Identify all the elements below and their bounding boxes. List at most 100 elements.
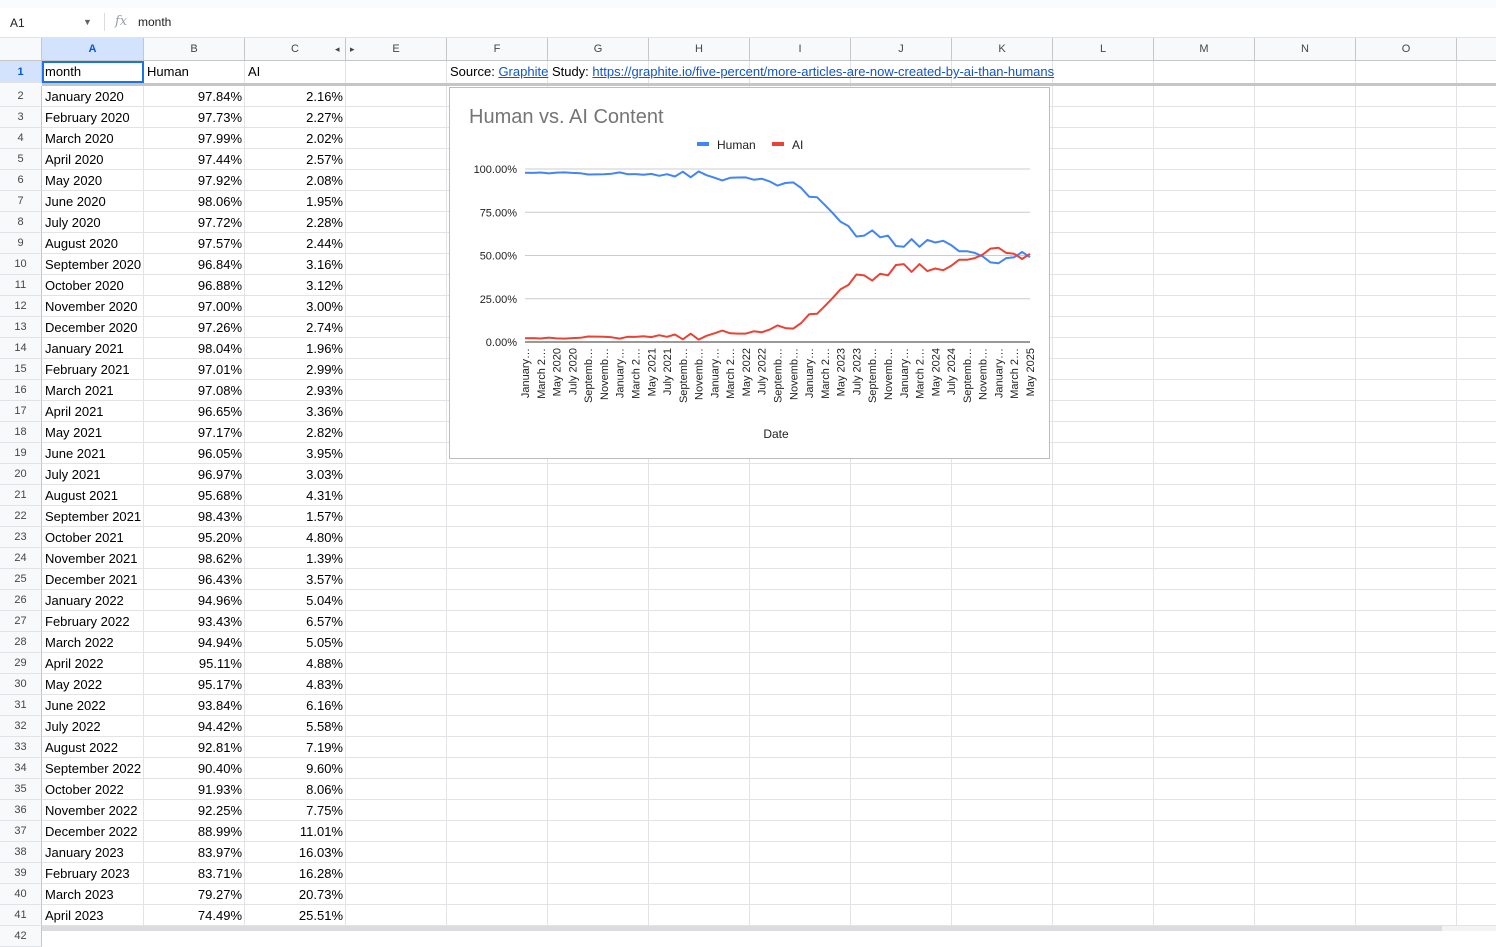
column-header-m[interactable]: M: [1154, 38, 1255, 60]
collapse-left-icon[interactable]: ◂: [335, 38, 340, 60]
month-cell[interactable]: April 2020: [42, 149, 143, 170]
month-cell[interactable]: February 2023: [42, 863, 143, 884]
month-cell[interactable]: January 2020: [42, 86, 143, 107]
human-cell[interactable]: 95.11%: [144, 653, 245, 674]
row-header[interactable]: 9: [0, 233, 42, 254]
month-cell[interactable]: March 2020: [42, 128, 143, 149]
source-cell[interactable]: Source: Graphite Study: https://graphite…: [447, 61, 1147, 82]
chevron-down-icon[interactable]: ▼: [83, 17, 92, 27]
month-cell[interactable]: May 2020: [42, 170, 143, 191]
human-cell[interactable]: 95.17%: [144, 674, 245, 695]
row-header[interactable]: 15: [0, 359, 42, 380]
row-header[interactable]: 39: [0, 863, 42, 884]
ai-cell[interactable]: 2.82%: [245, 422, 346, 443]
ai-cell[interactable]: 5.05%: [245, 632, 346, 653]
ai-cell[interactable]: 1.95%: [245, 191, 346, 212]
column-header-e[interactable]: E: [346, 38, 447, 60]
month-cell[interactable]: January 2023: [42, 842, 143, 863]
row-header[interactable]: 2: [0, 86, 42, 107]
row-header[interactable]: 34: [0, 758, 42, 779]
human-cell[interactable]: 95.20%: [144, 527, 245, 548]
ai-cell[interactable]: 2.16%: [245, 86, 346, 107]
name-box[interactable]: A1: [10, 16, 25, 30]
human-cell[interactable]: 97.26%: [144, 317, 245, 338]
month-cell[interactable]: July 2021: [42, 464, 143, 485]
ai-cell[interactable]: 9.60%: [245, 758, 346, 779]
ai-cell[interactable]: 2.08%: [245, 170, 346, 191]
month-cell[interactable]: June 2021: [42, 443, 143, 464]
ai-cell[interactable]: 20.73%: [245, 884, 346, 905]
month-cell[interactable]: September 2020: [42, 254, 143, 275]
month-cell[interactable]: February 2022: [42, 611, 143, 632]
ai-cell[interactable]: 2.74%: [245, 317, 346, 338]
ai-cell[interactable]: 3.36%: [245, 401, 346, 422]
column-header-i[interactable]: I: [750, 38, 851, 60]
month-cell[interactable]: November 2021: [42, 548, 143, 569]
row-header[interactable]: 30: [0, 674, 42, 695]
column-header-n[interactable]: N: [1255, 38, 1356, 60]
ai-cell[interactable]: 2.99%: [245, 359, 346, 380]
human-cell[interactable]: 97.73%: [144, 107, 245, 128]
human-cell[interactable]: 93.43%: [144, 611, 245, 632]
ai-cell[interactable]: 7.75%: [245, 800, 346, 821]
row-header[interactable]: 11: [0, 275, 42, 296]
month-cell[interactable]: July 2020: [42, 212, 143, 233]
ai-cell[interactable]: 6.57%: [245, 611, 346, 632]
column-header-h[interactable]: H: [649, 38, 750, 60]
row-header[interactable]: 40: [0, 884, 42, 905]
row-header[interactable]: 35: [0, 779, 42, 800]
ai-cell[interactable]: 3.03%: [245, 464, 346, 485]
row-header[interactable]: 33: [0, 737, 42, 758]
ai-cell[interactable]: 2.57%: [245, 149, 346, 170]
ai-cell[interactable]: 3.00%: [245, 296, 346, 317]
ai-cell[interactable]: 3.12%: [245, 275, 346, 296]
row-header[interactable]: 29: [0, 653, 42, 674]
row-header[interactable]: 13: [0, 317, 42, 338]
month-cell[interactable]: December 2021: [42, 569, 143, 590]
column-header-o[interactable]: O: [1356, 38, 1457, 60]
column-header-j[interactable]: J: [851, 38, 952, 60]
column-header-k[interactable]: K: [952, 38, 1053, 60]
ai-cell[interactable]: 5.04%: [245, 590, 346, 611]
human-cell[interactable]: 97.92%: [144, 170, 245, 191]
row-header[interactable]: 17: [0, 401, 42, 422]
row-header[interactable]: 7: [0, 191, 42, 212]
column-header-b[interactable]: B: [144, 38, 245, 60]
human-cell[interactable]: 97.08%: [144, 380, 245, 401]
row-header[interactable]: 21: [0, 485, 42, 506]
ai-cell[interactable]: 2.27%: [245, 107, 346, 128]
human-cell[interactable]: 97.84%: [144, 86, 245, 107]
row-header[interactable]: 41: [0, 905, 42, 926]
column-header-f[interactable]: F: [447, 38, 548, 60]
human-cell[interactable]: 83.97%: [144, 842, 245, 863]
month-cell[interactable]: October 2022: [42, 779, 143, 800]
row-header[interactable]: 26: [0, 590, 42, 611]
row-header[interactable]: 6: [0, 170, 42, 191]
row-header[interactable]: 28: [0, 632, 42, 653]
row-header[interactable]: 42: [0, 926, 42, 947]
month-cell[interactable]: September 2021: [42, 506, 143, 527]
column-header-g[interactable]: G: [548, 38, 649, 60]
ai-cell[interactable]: 7.19%: [245, 737, 346, 758]
month-cell[interactable]: October 2021: [42, 527, 143, 548]
human-cell[interactable]: 83.71%: [144, 863, 245, 884]
human-cell[interactable]: 92.81%: [144, 737, 245, 758]
human-cell[interactable]: 98.06%: [144, 191, 245, 212]
ai-cell[interactable]: 2.44%: [245, 233, 346, 254]
ai-cell[interactable]: 5.58%: [245, 716, 346, 737]
row-header[interactable]: 14: [0, 338, 42, 359]
column-header-a[interactable]: A: [42, 38, 144, 60]
row-header[interactable]: 23: [0, 527, 42, 548]
row-header[interactable]: 20: [0, 464, 42, 485]
month-cell[interactable]: December 2020: [42, 317, 143, 338]
month-cell[interactable]: September 2022: [42, 758, 143, 779]
cell-b1[interactable]: Human: [144, 61, 245, 82]
row-header[interactable]: 32: [0, 716, 42, 737]
ai-cell[interactable]: 4.83%: [245, 674, 346, 695]
row-header[interactable]: 8: [0, 212, 42, 233]
row-header[interactable]: 24: [0, 548, 42, 569]
cell-c1[interactable]: AI: [245, 61, 346, 82]
human-cell[interactable]: 97.44%: [144, 149, 245, 170]
row-header[interactable]: 5: [0, 149, 42, 170]
ai-cell[interactable]: 4.31%: [245, 485, 346, 506]
